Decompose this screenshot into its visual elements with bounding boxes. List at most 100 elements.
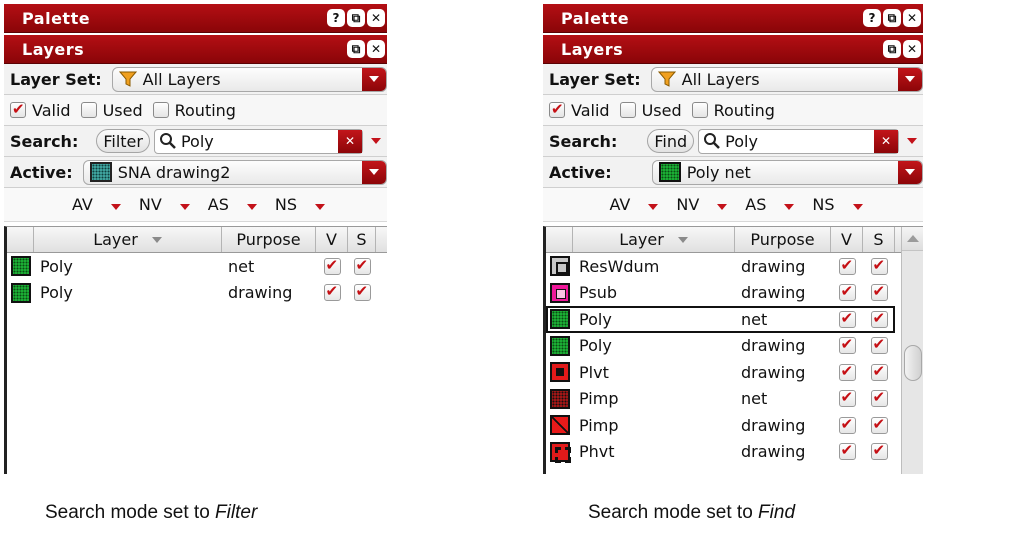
visible-checkbox[interactable] <box>838 415 856 434</box>
visible-checkbox[interactable] <box>323 282 341 302</box>
search-input[interactable]: Poly ✕ <box>698 128 899 154</box>
undock-icon[interactable]: ⧉ <box>883 9 901 27</box>
scroll-up-icon[interactable] <box>902 227 923 251</box>
search-value: Poly <box>725 131 758 151</box>
swatch-column-header <box>546 227 573 252</box>
layer-set-dropdown[interactable]: All Layers <box>650 66 923 92</box>
av-button[interactable]: AV <box>609 195 630 214</box>
scroll-thumb[interactable] <box>904 345 922 381</box>
undock-icon[interactable]: ⧉ <box>883 40 901 58</box>
chevron-down-icon[interactable] <box>362 67 386 91</box>
close-icon[interactable]: ✕ <box>903 9 921 27</box>
visible-checkbox[interactable] <box>838 282 856 302</box>
table-row[interactable]: Psub drawing <box>546 280 895 307</box>
av-dropdown-icon[interactable] <box>648 195 658 214</box>
table-row[interactable]: Pimp net <box>546 386 895 413</box>
chevron-down-icon[interactable] <box>898 160 922 184</box>
table-row[interactable]: Poly drawing <box>546 333 895 360</box>
used-checkbox[interactable]: Used <box>619 101 682 120</box>
ns-button[interactable]: NS <box>275 195 297 214</box>
purpose-column-header[interactable]: Purpose <box>222 227 316 252</box>
table-scrollbar[interactable] <box>901 227 923 474</box>
clear-search-icon[interactable]: ✕ <box>874 129 898 153</box>
active-layer-dropdown[interactable]: Poly net <box>651 159 923 185</box>
search-mode-button[interactable]: Filter <box>96 129 150 153</box>
table-row-selected[interactable]: Poly net <box>546 306 895 333</box>
selectable-checkbox[interactable] <box>870 388 888 408</box>
selectable-checkbox[interactable] <box>870 415 888 434</box>
as-button[interactable]: AS <box>208 195 229 214</box>
search-options-dropdown-icon[interactable] <box>905 138 919 144</box>
as-button[interactable]: AS <box>745 195 766 214</box>
checkbox-empty-icon[interactable] <box>691 102 708 118</box>
close-icon[interactable]: ✕ <box>903 40 921 58</box>
active-layer-dropdown[interactable]: SNA drawing2 <box>82 159 387 185</box>
selectable-checkbox[interactable] <box>353 282 371 302</box>
av-dropdown-icon[interactable] <box>111 195 121 214</box>
table-row[interactable]: Phvt drawing <box>546 439 895 466</box>
v-column-header[interactable]: V <box>831 227 863 252</box>
checkbox-checked-icon[interactable] <box>549 100 565 118</box>
checkbox-empty-icon[interactable] <box>80 102 97 118</box>
purpose-column-header[interactable]: Purpose <box>735 227 831 252</box>
as-dropdown-icon[interactable] <box>784 195 794 214</box>
checkbox-empty-icon[interactable] <box>152 102 169 118</box>
help-icon[interactable]: ? <box>863 9 881 27</box>
visible-checkbox[interactable] <box>838 335 856 355</box>
undock-icon[interactable]: ⧉ <box>347 40 365 58</box>
valid-checkbox[interactable]: Valid <box>549 100 610 120</box>
chevron-down-icon[interactable] <box>898 67 922 91</box>
table-row[interactable]: Poly net <box>7 253 387 280</box>
selectable-checkbox[interactable] <box>870 256 888 275</box>
layer-set-dropdown[interactable]: All Layers <box>111 66 387 92</box>
checkbox-checked-icon[interactable] <box>10 100 26 118</box>
caption-mode: Filter <box>215 502 258 523</box>
selectable-checkbox[interactable] <box>870 335 888 355</box>
ns-button[interactable]: NS <box>812 195 834 214</box>
ns-dropdown-icon[interactable] <box>853 195 863 214</box>
checkbox-empty-icon[interactable] <box>619 102 636 118</box>
undock-icon[interactable]: ⧉ <box>347 9 365 27</box>
nv-dropdown-icon[interactable] <box>717 195 727 214</box>
s-column-header[interactable]: S <box>863 227 895 252</box>
layer-column-header[interactable]: Layer <box>573 227 735 252</box>
routing-checkbox[interactable]: Routing <box>152 101 236 120</box>
visible-checkbox[interactable] <box>323 256 341 275</box>
visible-checkbox[interactable] <box>838 362 856 381</box>
table-row[interactable]: ResWdum drawing <box>546 253 895 280</box>
nv-dropdown-icon[interactable] <box>180 195 190 214</box>
table-row[interactable]: Pimp drawing <box>546 412 895 439</box>
search-label: Search: <box>10 131 79 151</box>
selectable-checkbox[interactable] <box>353 256 371 275</box>
nv-button[interactable]: NV <box>676 195 699 214</box>
table-row[interactable]: Plvt drawing <box>546 359 895 386</box>
used-checkbox[interactable]: Used <box>80 101 143 120</box>
visible-checkbox[interactable] <box>838 388 856 408</box>
av-button[interactable]: AV <box>72 195 93 214</box>
routing-checkbox[interactable]: Routing <box>691 101 775 120</box>
search-options-dropdown-icon[interactable] <box>369 138 383 144</box>
v-column-header[interactable]: V <box>316 227 348 252</box>
selectable-checkbox[interactable] <box>870 309 888 328</box>
selectable-checkbox[interactable] <box>870 362 888 381</box>
clear-search-icon[interactable]: ✕ <box>338 129 362 153</box>
layer-column-header[interactable]: Layer <box>34 227 222 252</box>
valid-checkbox[interactable]: Valid <box>10 100 71 120</box>
search-input[interactable]: Poly ✕ <box>153 128 363 154</box>
visible-checkbox[interactable] <box>838 256 856 275</box>
search-mode-button[interactable]: Find <box>647 129 695 153</box>
selectable-checkbox[interactable] <box>870 441 888 461</box>
close-icon[interactable]: ✕ <box>367 40 385 58</box>
visible-checkbox[interactable] <box>838 441 856 461</box>
ns-dropdown-icon[interactable] <box>315 195 325 214</box>
help-icon[interactable]: ? <box>327 9 345 27</box>
s-column-header[interactable]: S <box>348 227 376 252</box>
chevron-down-icon[interactable] <box>362 160 386 184</box>
selectable-checkbox[interactable] <box>870 282 888 302</box>
close-icon[interactable]: ✕ <box>367 9 385 27</box>
visible-checkbox[interactable] <box>838 309 856 328</box>
layer-set-row: Layer Set: All Layers <box>543 64 923 95</box>
nv-button[interactable]: NV <box>139 195 162 214</box>
table-row[interactable]: Poly drawing <box>7 280 387 307</box>
as-dropdown-icon[interactable] <box>247 195 257 214</box>
